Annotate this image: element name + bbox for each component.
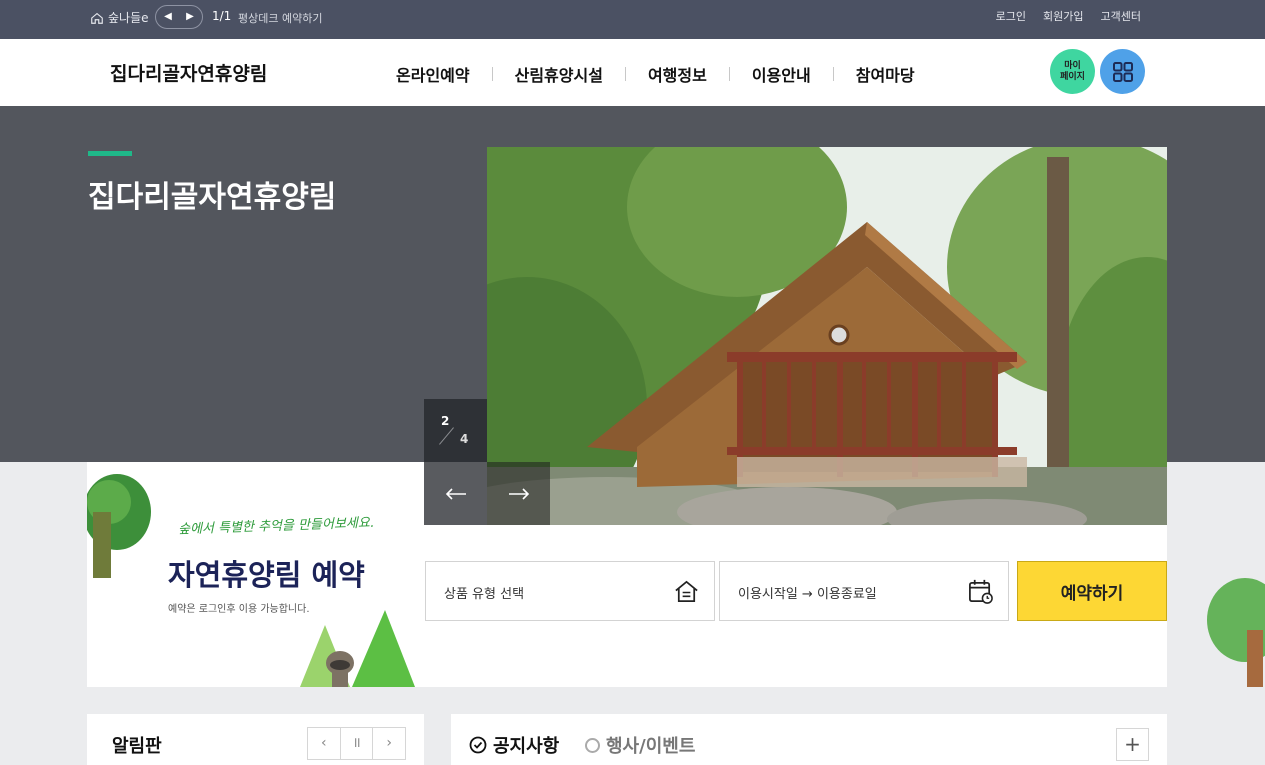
nav-community[interactable]: 참여마당 (856, 62, 915, 86)
slide-total: 4 (460, 432, 469, 446)
home-link[interactable]: 숲나들e (90, 9, 149, 26)
board-prev-button[interactable]: ‹ (308, 728, 341, 759)
next-notice-button[interactable]: ▶ (181, 8, 199, 26)
notice-count: 1/1 (212, 9, 232, 23)
grid-menu-icon (1112, 61, 1133, 82)
tree-illustration-right (1207, 578, 1265, 687)
tab-events-label: 행사/이벤트 (606, 736, 696, 757)
mypage-button[interactable]: 마이 페이지 (1050, 49, 1095, 94)
board-controls: ‹ ॥ › (307, 727, 406, 760)
reservation-subtitle: 예약은 로그인후 이용 가능합니다. (168, 604, 310, 615)
title-accent-line (88, 151, 132, 156)
board-next-button[interactable]: › (373, 728, 405, 759)
house-icon (675, 580, 698, 603)
board-pause-button[interactable]: ॥ (341, 728, 374, 759)
customer-center-link[interactable]: 고객센터 (1101, 8, 1141, 24)
product-type-select[interactable]: 상품 유형 선택 (425, 561, 715, 621)
nav-divider (728, 67, 730, 81)
arrow-right-icon (508, 487, 529, 500)
reserve-button[interactable]: 예약하기 (1017, 561, 1167, 621)
more-button[interactable]: + (1116, 728, 1149, 761)
main-nav: 온라인예약 산림휴양시설 여행정보 이용안내 참여마당 (396, 62, 915, 86)
site-header: 집다리골자연휴양림 온라인예약 산림휴양시설 여행정보 이용안내 참여마당 마이… (0, 39, 1265, 106)
nav-usage-guide[interactable]: 이용안내 (752, 62, 811, 86)
tab-notices-label: 공지사항 (493, 736, 560, 757)
site-logo[interactable]: 집다리골자연휴양림 (110, 59, 267, 86)
prev-notice-button[interactable]: ◀ (159, 8, 177, 26)
tab-events[interactable]: 행사/이벤트 (585, 732, 695, 758)
util-links: 로그인 회원가입 고객센터 (996, 8, 1141, 24)
check-circle-icon (469, 736, 487, 754)
login-link[interactable]: 로그인 (996, 8, 1026, 24)
notice-pager: ◀ ▶ (155, 5, 203, 29)
home-icon (91, 12, 103, 24)
tab-notices[interactable]: 공지사항 (469, 732, 559, 758)
home-label: 숲나들e (108, 11, 149, 25)
slide-prev-button[interactable] (424, 462, 487, 525)
hero-cabin-photo (487, 147, 1167, 525)
arrow-left-icon (445, 487, 466, 500)
all-menu-button[interactable] (1100, 49, 1145, 94)
date-range-field[interactable]: 이용시작일 → 이용종료일 (719, 561, 1009, 621)
mypage-label: 마이 페이지 (1060, 61, 1085, 82)
slide-next-button[interactable] (487, 462, 550, 525)
calendar-icon (969, 579, 993, 604)
date-range-label: 이용시작일 → 이용종료일 (738, 587, 877, 602)
nav-travel-info[interactable]: 여행정보 (648, 62, 707, 86)
nav-facilities[interactable]: 산림휴양시설 (515, 62, 603, 86)
signup-link[interactable]: 회원가입 (1043, 8, 1083, 24)
slide-counter: 2 4 (424, 399, 487, 462)
slide-current: 2 (441, 414, 450, 428)
nav-divider (624, 67, 626, 81)
notice-text[interactable]: 평상데크 예약하기 (238, 10, 322, 26)
radio-icon (585, 737, 600, 753)
nav-divider (491, 67, 493, 81)
reservation-title: 자연휴양림 예약 (168, 558, 365, 592)
tree-illustration-left (87, 474, 151, 578)
board-title: 알림판 (112, 736, 162, 757)
product-type-label: 상품 유형 선택 (444, 587, 525, 602)
hero-title: 집다리골자연휴양림 (88, 180, 337, 215)
forest-raccoon-illustration (300, 610, 415, 687)
news-panel: 공지사항 행사/이벤트 + (451, 714, 1167, 765)
nav-online-reservation[interactable]: 온라인예약 (396, 62, 470, 86)
nav-divider (832, 67, 834, 81)
notice-board-panel: 알림판 ‹ ॥ › (87, 714, 424, 765)
utility-bar: 숲나들e ◀ ▶ 1/1 평상데크 예약하기 로그인 회원가입 고객센터 (0, 0, 1265, 39)
